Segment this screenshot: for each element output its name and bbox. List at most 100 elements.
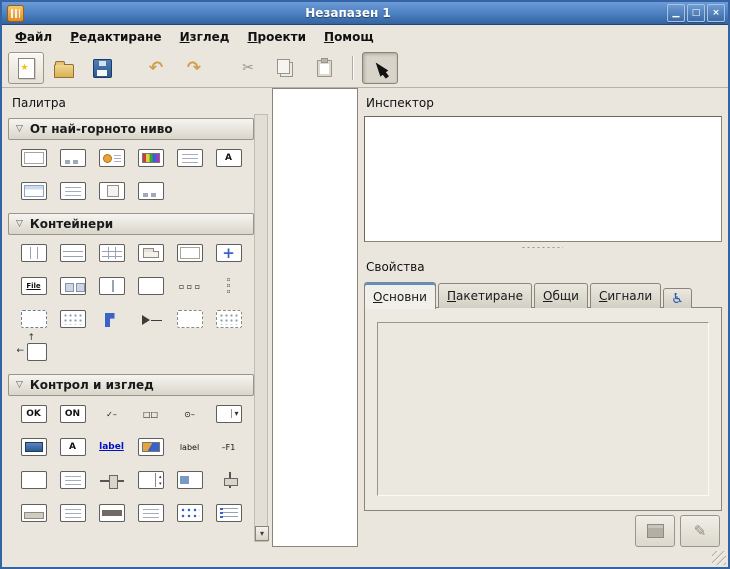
aspect-frame-icon[interactable] <box>27 343 47 361</box>
window-with-view-icon[interactable] <box>21 182 47 200</box>
spin-button-icon[interactable] <box>138 471 164 489</box>
text-view-icon[interactable] <box>60 471 86 489</box>
menu-item-projects[interactable]: Проекти <box>238 25 315 49</box>
hbox-icon[interactable] <box>21 244 47 262</box>
button-icon[interactable]: OK <box>21 405 47 423</box>
color-selection-dialog-icon[interactable] <box>138 149 164 167</box>
check-button-icon[interactable]: ✓– <box>99 405 125 423</box>
edit-widget-button[interactable] <box>635 515 675 547</box>
statusbar-icon[interactable] <box>21 504 47 522</box>
menu-item-edit[interactable]: Редактиране <box>61 25 170 49</box>
font-selection-dialog-icon[interactable]: A <box>216 149 242 167</box>
menu-bar-icon[interactable]: File <box>21 277 47 295</box>
palette-section-toplevel[interactable]: ▽От най-горното ниво <box>8 118 254 140</box>
selector-button[interactable] <box>362 52 398 84</box>
arrow-down-icon: ▾ <box>260 530 264 538</box>
fixed-icon[interactable] <box>216 244 242 262</box>
palette-grid-controls: OK ON ✓– □□ ⊙– Alabel label –F1 <box>8 396 254 532</box>
app-icon <box>7 5 24 22</box>
paned-icon[interactable] <box>99 277 125 295</box>
accel-label-icon[interactable]: –F1 <box>216 438 242 456</box>
palette-section-containers[interactable]: ▽Контейнери <box>8 213 254 235</box>
expander-icon: ▽ <box>16 381 23 390</box>
hbutton-box-icon[interactable]: ▫ ▫ ▫ <box>177 277 203 295</box>
hscale-icon[interactable] <box>99 471 125 489</box>
ruler-icon[interactable] <box>60 504 86 522</box>
input-dialog-icon[interactable] <box>177 149 203 167</box>
accessibility-icon: ♿ <box>671 291 684 307</box>
menu-item-view[interactable]: Изглед <box>171 25 239 49</box>
list-icon[interactable] <box>138 504 164 522</box>
progress-bar-icon[interactable] <box>177 471 203 489</box>
tab-common[interactable]: Общи <box>534 283 588 308</box>
entry-icon[interactable] <box>21 471 47 489</box>
toolbar-icon[interactable] <box>60 277 86 295</box>
scrolled-window-icon[interactable] <box>60 310 86 328</box>
vbox-icon[interactable] <box>60 244 86 262</box>
scroll-down-button[interactable]: ▾ <box>255 526 269 541</box>
pencil-icon: ✎ <box>694 524 707 539</box>
dialog-icon[interactable] <box>60 149 86 167</box>
combo-box-icon[interactable] <box>216 405 242 423</box>
toggle-button-icon[interactable]: ON <box>60 405 86 423</box>
tab-signals[interactable]: Сигнали <box>590 283 661 308</box>
list-dialog-icon[interactable] <box>60 182 86 200</box>
workspace-canvas[interactable] <box>272 88 358 547</box>
menu-item-file[interactable]: Файл <box>6 25 61 49</box>
paste-button[interactable] <box>306 52 342 84</box>
open-button[interactable] <box>46 52 82 84</box>
radio-button-icon[interactable]: ⊙– <box>177 405 203 423</box>
palette-scrollbar[interactable]: ▾ <box>254 114 268 542</box>
frame-icon[interactable] <box>138 244 164 262</box>
scissors-icon: ✂ <box>242 61 254 75</box>
close-button[interactable]: × <box>707 4 725 22</box>
undo-button[interactable]: ↶ <box>138 52 174 84</box>
menu-item-help[interactable]: Помощ <box>315 25 383 49</box>
minimize-icon: ▁ <box>673 9 680 18</box>
label-icon[interactable]: label <box>177 438 203 456</box>
maximize-button[interactable]: □ <box>687 4 705 22</box>
toolbar-separator <box>352 56 354 80</box>
palette-panel: Палитра ▽От най-горното нивоA▽Контейнери… <box>8 88 254 532</box>
redo-button[interactable]: ↷ <box>176 52 212 84</box>
image-button-icon[interactable] <box>21 438 47 456</box>
resize-grip[interactable] <box>712 551 726 565</box>
plug-window-icon[interactable] <box>138 182 164 200</box>
tree-view-icon[interactable] <box>216 504 242 522</box>
palette-section-controls[interactable]: ▽Контрол и изглед <box>8 374 254 396</box>
notebook-icon[interactable] <box>138 277 164 295</box>
vscale-icon[interactable] <box>223 471 235 489</box>
radio-group-icon[interactable]: □□ <box>138 405 164 423</box>
icon-view-icon[interactable] <box>177 504 203 522</box>
handle-box-icon[interactable] <box>99 310 125 328</box>
hscrollbar-icon[interactable] <box>99 504 125 522</box>
image-icon[interactable] <box>138 438 164 456</box>
custom-widget-icon[interactable] <box>216 310 242 328</box>
inspector-tree[interactable] <box>364 116 722 242</box>
expander-icon[interactable] <box>138 310 164 328</box>
tab-general[interactable]: Основни <box>364 282 436 309</box>
properties-tabs: ОсновниПакетиранеОбщиСигнали ♿ <box>364 280 722 308</box>
copy-button[interactable] <box>268 52 304 84</box>
tab-accessibility[interactable]: ♿ <box>663 288 692 308</box>
alignment-icon[interactable] <box>177 244 203 262</box>
link-label-icon[interactable]: label <box>99 438 125 456</box>
close-icon: × <box>712 9 720 18</box>
pane-handle[interactable] <box>362 242 722 252</box>
titlebar[interactable]: Незапазен 1 ▁□× <box>2 2 728 25</box>
save-button[interactable] <box>84 52 120 84</box>
table-icon[interactable] <box>99 244 125 262</box>
viewport-icon[interactable] <box>21 310 47 328</box>
layout-icon[interactable] <box>177 310 203 328</box>
message-dialog-icon[interactable] <box>99 149 125 167</box>
minimize-button[interactable]: ▁ <box>667 4 685 22</box>
edit-custom-button[interactable]: ✎ <box>680 515 720 547</box>
file-selection-dialog-icon[interactable] <box>99 182 125 200</box>
tab-packing[interactable]: Пакетиране <box>438 283 532 308</box>
window-icon[interactable] <box>21 149 47 167</box>
cut-button[interactable]: ✂ <box>230 52 266 84</box>
vbutton-box-icon[interactable] <box>216 277 242 295</box>
new-button[interactable] <box>8 52 44 84</box>
window-controls: ▁ □ × <box>667 4 725 22</box>
font-button-icon[interactable]: A <box>60 438 86 456</box>
